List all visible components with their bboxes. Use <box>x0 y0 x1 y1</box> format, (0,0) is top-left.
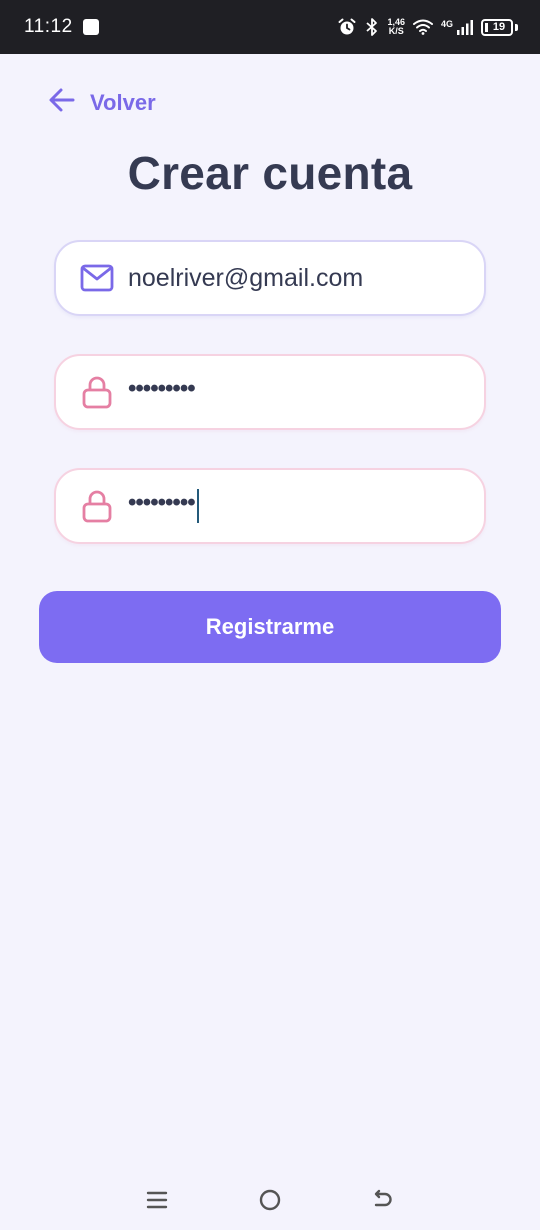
network-type: 4G <box>440 19 453 29</box>
system-nav-bar <box>0 1170 540 1230</box>
net-speed-unit: K/S <box>388 26 404 36</box>
wifi-icon <box>412 19 433 35</box>
page-title: Crear cuenta <box>127 147 413 199</box>
arrow-left-icon <box>48 86 76 119</box>
menu-icon[interactable] <box>137 1180 177 1220</box>
status-left: 11:12 <box>24 16 99 38</box>
notification-icon <box>82 19 99 35</box>
password-field[interactable]: ••••••••• <box>54 354 486 430</box>
back-label: Volver <box>90 89 156 115</box>
back-icon[interactable] <box>363 1180 403 1220</box>
signal-icon <box>457 19 473 35</box>
lock-icon <box>80 375 114 409</box>
status-bar: 11:12 1,46 K/S 4G 19 <box>0 0 540 54</box>
mail-icon <box>80 261 114 295</box>
confirm-password-value: ••••••••• <box>128 489 196 516</box>
battery-fill <box>485 22 488 32</box>
status-right: 1,46 K/S 4G 19 <box>337 17 518 37</box>
battery-level: 19 <box>492 21 506 33</box>
bluetooth-icon <box>365 17 379 37</box>
email-field[interactable]: noelriver@gmail.com <box>54 240 486 316</box>
status-time: 11:12 <box>24 16 73 37</box>
back-button[interactable]: Volver <box>48 86 156 119</box>
battery-tip <box>515 23 518 31</box>
net-speed: 1,46 K/S <box>387 18 405 36</box>
lock-icon <box>80 489 114 523</box>
register-button[interactable]: Registrarme <box>39 591 501 663</box>
email-value: noelriver@gmail.com <box>128 263 364 292</box>
alarm-icon <box>337 17 357 37</box>
home-icon[interactable] <box>250 1180 290 1220</box>
battery-icon: 19 <box>481 18 513 36</box>
password-value: ••••••••• <box>128 375 196 402</box>
text-caret <box>196 489 199 523</box>
confirm-password-field[interactable]: ••••••••• <box>54 468 486 544</box>
